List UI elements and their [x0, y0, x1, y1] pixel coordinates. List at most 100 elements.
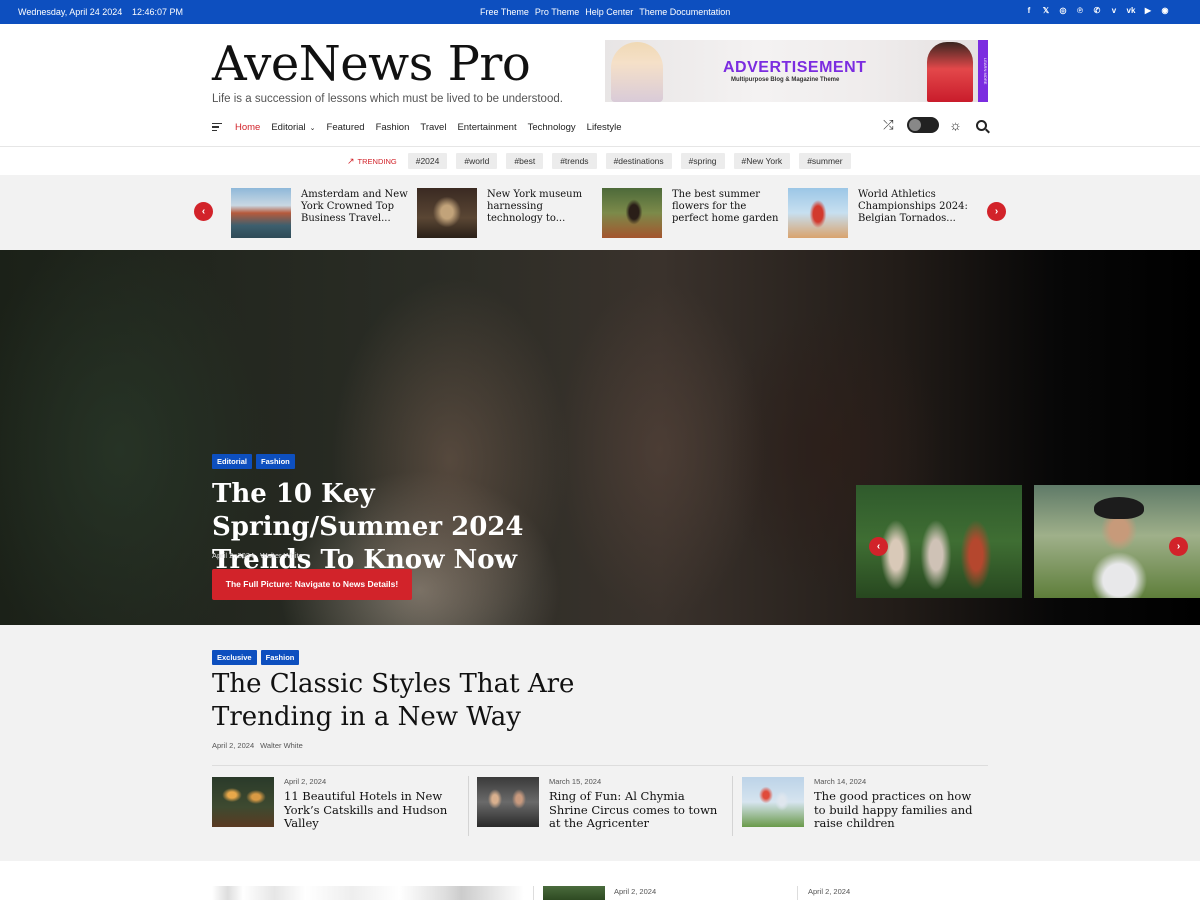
ticker-title[interactable]: The best summer flowers for the perfect …: [672, 189, 784, 238]
current-date: Wednesday, April 24 2024: [18, 7, 123, 17]
hero-categories: Editorial Fashion: [212, 454, 295, 469]
trending-tag[interactable]: #best: [506, 153, 544, 169]
ticker-title[interactable]: New York museum harnessing technology to…: [487, 189, 599, 238]
top-bar: Wednesday, April 24 2024 12:46:07 PM Fre…: [0, 0, 1200, 24]
trending-label: ↗ TRENDING: [347, 156, 397, 167]
ticker-thumbnail: [231, 188, 291, 238]
carousel-next-button[interactable]: ›: [987, 202, 1006, 221]
trending-tag[interactable]: #world: [456, 153, 498, 169]
nav-item-home[interactable]: Home: [235, 122, 260, 133]
vimeo-icon[interactable]: v: [1109, 6, 1119, 16]
category-badge[interactable]: Editorial: [212, 454, 253, 469]
link-free-theme[interactable]: Free Theme: [480, 7, 529, 17]
card-separator: [732, 776, 733, 836]
news-card-thumbnail: [477, 777, 539, 827]
hero-title[interactable]: The 10 Key Spring/Summer 2024 Trends To …: [212, 478, 612, 577]
hero-author[interactable]: Walter White: [260, 551, 303, 560]
news-ticker-carousel: ‹ Amsterdam and New York Crowned Top Bus…: [0, 175, 1200, 250]
category-badge[interactable]: Fashion: [256, 454, 295, 469]
category-badge[interactable]: Fashion: [260, 650, 300, 665]
featured-categories: Exclusive Fashion: [212, 650, 300, 665]
thumbnail-detail: [1094, 497, 1144, 519]
news-card-date: April 2, 2024: [284, 777, 327, 786]
hero-prev-button[interactable]: ‹: [869, 537, 888, 556]
trending-label-text: TRENDING: [357, 156, 397, 166]
instagram-icon[interactable]: ◎: [1058, 6, 1068, 16]
ad-title: ADVERTISEMENT: [723, 59, 867, 76]
x-icon[interactable]: 𝕏: [1041, 6, 1051, 16]
nav-item-lifestyle[interactable]: Lifestyle: [587, 122, 622, 133]
site-title[interactable]: AveNews Pro: [212, 36, 531, 92]
youtube-icon[interactable]: ▶: [1143, 6, 1153, 16]
ad-subtitle: Multipurpose Blog & Magazine Theme: [731, 77, 840, 83]
trending-tag[interactable]: #spring: [680, 153, 725, 169]
ticker-thumbnail: [417, 188, 477, 238]
facebook-icon[interactable]: f: [1024, 6, 1034, 16]
news-card-date: March 15, 2024: [549, 777, 602, 786]
featured-author[interactable]: Walter White: [260, 741, 303, 750]
spotify-icon[interactable]: ◉: [1160, 6, 1170, 16]
news-card[interactable]: March 14, 2024 The good practices on how…: [742, 777, 986, 831]
nav-item-entertainment[interactable]: Entertainment: [457, 122, 516, 133]
advertisement-banner[interactable]: ADVERTISEMENT Multipurpose Blog & Magazi…: [605, 40, 988, 102]
nav-item-technology[interactable]: Technology: [528, 122, 576, 133]
trending-tag[interactable]: #summer: [799, 153, 851, 169]
news-card[interactable]: April 2, 2024 11 Beautiful Hotels in New…: [212, 777, 456, 831]
whatsapp-icon[interactable]: ✆: [1092, 6, 1102, 16]
card-separator: [468, 776, 469, 836]
news-card-title[interactable]: The good practices on how to build happy…: [814, 789, 986, 831]
nav-item-editorial[interactable]: Editorial ⌄: [271, 122, 315, 133]
link-pro-theme[interactable]: Pro Theme: [535, 7, 579, 17]
ad-model-image-left: [611, 42, 663, 102]
ticker-item[interactable]: The best summer flowers for the perfect …: [602, 188, 784, 238]
ticker-item[interactable]: New York museum harnessing technology to…: [417, 188, 599, 238]
nav-item-featured[interactable]: Featured: [327, 122, 365, 133]
trending-up-icon: ↗: [347, 155, 355, 166]
vk-icon[interactable]: vk: [1126, 6, 1136, 16]
hero-next-button[interactable]: ›: [1169, 537, 1188, 556]
news-card-body: March 15, 2024 Ring of Fun: Al Chymia Sh…: [549, 777, 721, 831]
news-card-title[interactable]: Ring of Fun: Al Chymia Shrine Circus com…: [549, 789, 721, 831]
ticker-title[interactable]: World Athletics Championships 2024: Belg…: [858, 189, 970, 238]
chevron-down-icon: ⌄: [309, 124, 316, 132]
featured-title[interactable]: The Classic Styles That Are Trending in …: [212, 668, 632, 734]
nav-item-fashion[interactable]: Fashion: [376, 122, 410, 133]
ad-learn-more[interactable]: LEARN MORE: [978, 40, 988, 102]
ticker-title[interactable]: Amsterdam and New York Crowned Top Busin…: [301, 189, 413, 238]
hero-cta-button[interactable]: The Full Picture: Navigate to News Detai…: [212, 569, 412, 600]
news-card-thumbnail: [742, 777, 804, 827]
pinterest-icon[interactable]: ℗: [1075, 6, 1085, 16]
nav-tools: ⤮ ☼: [883, 117, 987, 133]
link-theme-documentation[interactable]: Theme Documentation: [639, 7, 730, 17]
news-card-title[interactable]: 11 Beautiful Hotels in New York’s Catski…: [284, 789, 456, 831]
featured-section: Exclusive Fashion The Classic Styles Tha…: [0, 625, 1200, 861]
card-separator: [797, 886, 798, 900]
trending-bar: ↗ TRENDING #2024 #world #best #trends #de…: [347, 153, 851, 169]
site-tagline: Life is a succession of lessons which mu…: [212, 93, 563, 105]
trending-tag[interactable]: #2024: [407, 153, 448, 169]
trending-tag[interactable]: #New York: [733, 153, 791, 169]
ad-model-image-right: [927, 42, 973, 102]
ticker-item[interactable]: World Athletics Championships 2024: Belg…: [788, 188, 970, 238]
top-links: Free Theme Pro Theme Help Center Theme D…: [480, 7, 730, 17]
sun-icon[interactable]: ☼: [949, 117, 962, 133]
carousel-prev-button[interactable]: ‹: [194, 202, 213, 221]
featured-meta: April 2, 2024 Walter White: [212, 741, 303, 750]
trending-tag[interactable]: #destinations: [605, 153, 672, 169]
ticker-item[interactable]: Amsterdam and New York Crowned Top Busin…: [231, 188, 413, 238]
bottom-news-image[interactable]: [212, 886, 524, 900]
search-icon[interactable]: [976, 119, 987, 131]
link-help-center[interactable]: Help Center: [585, 7, 633, 17]
dark-mode-toggle[interactable]: [907, 117, 940, 133]
news-card-thumbnail: [212, 777, 274, 827]
hero-slider: Editorial Fashion The 10 Key Spring/Summ…: [0, 250, 1200, 625]
shuffle-icon[interactable]: ⤮: [883, 117, 897, 133]
hamburger-menu-icon[interactable]: [212, 122, 222, 132]
nav-item-travel[interactable]: Travel: [420, 122, 446, 133]
nav-item-label: Editorial: [271, 121, 306, 133]
category-badge[interactable]: Exclusive: [212, 650, 257, 665]
bottom-news-thumbnail[interactable]: [543, 886, 605, 900]
news-card[interactable]: March 15, 2024 Ring of Fun: Al Chymia Sh…: [477, 777, 721, 831]
trending-tag[interactable]: #trends: [552, 153, 597, 169]
news-card-date: March 14, 2024: [814, 777, 867, 786]
